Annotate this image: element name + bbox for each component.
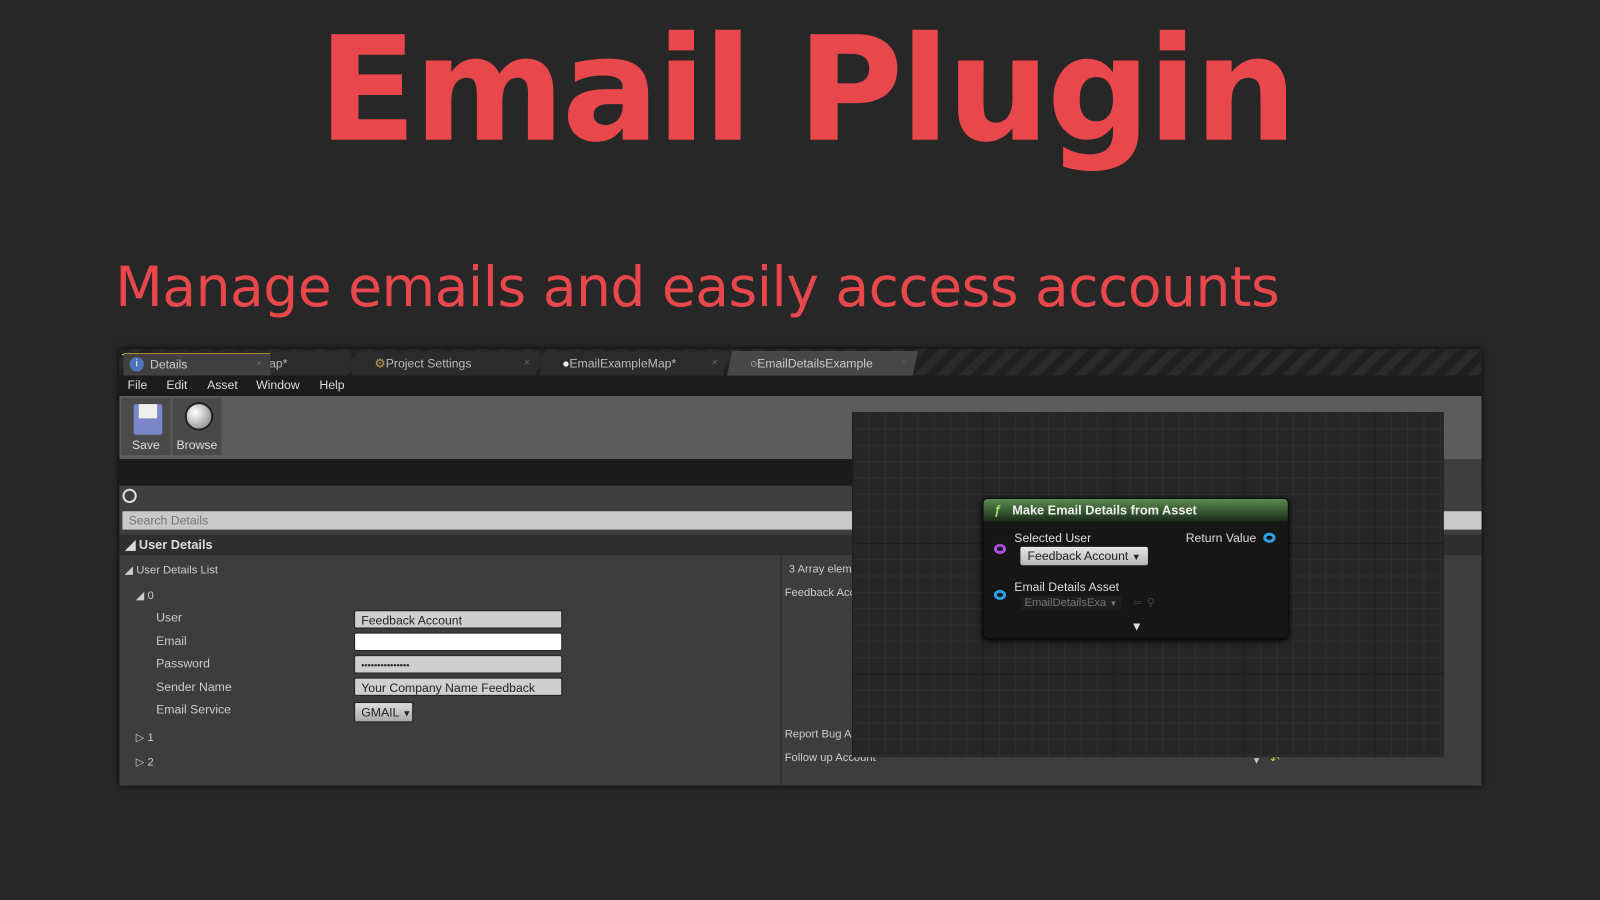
email-service-label: Email Service: [156, 702, 231, 717]
element-1-summary: Report Bug Ac: [784, 728, 858, 741]
email-details-asset-pin[interactable]: [993, 589, 1007, 600]
menu-help[interactable]: Help: [319, 378, 344, 392]
details-tab[interactable]: i Details ×: [123, 353, 271, 376]
element-0-summary: Feedback Acc: [784, 586, 856, 599]
sender-name-field[interactable]: Your Company Name Feedback: [354, 677, 563, 696]
password-field[interactable]: •••••••••••••••: [354, 655, 563, 674]
floppy-disk-icon: [133, 404, 163, 435]
menu-bar: File Edit Asset Window Help: [119, 375, 1482, 396]
chevron-down-icon: ▼: [1131, 552, 1141, 563]
user-details-list-label[interactable]: ◢ User Details List: [124, 563, 217, 576]
hero-title: Email Plugin: [317, 6, 1297, 175]
return-value-pin[interactable]: [1263, 532, 1276, 543]
use-selected-icon[interactable]: ⇦: [1133, 596, 1142, 609]
array-element-1[interactable]: ▷ 1: [136, 731, 154, 744]
email-service-dropdown[interactable]: GMAIL ▼: [354, 702, 414, 723]
array-element-0[interactable]: ◢ 0: [136, 589, 154, 602]
circle-icon[interactable]: [122, 488, 137, 504]
menu-asset[interactable]: Asset: [207, 378, 238, 392]
user-label: User: [156, 610, 182, 625]
password-label: Password: [156, 656, 210, 671]
menu-window[interactable]: Window: [256, 378, 300, 392]
email-field[interactable]: [354, 632, 563, 652]
array-element-2[interactable]: ▷ 2: [136, 755, 154, 768]
email-details-asset-label: Email Details Asset: [1014, 579, 1120, 594]
close-icon[interactable]: ×: [521, 351, 532, 375]
save-button[interactable]: Save: [121, 397, 171, 456]
tab-bar: U EmailExampleMap* ⚙ Project Settings× ●…: [119, 348, 1482, 376]
email-label: Email: [156, 633, 187, 648]
selected-user-label: Selected User: [1014, 530, 1092, 545]
magnifier-icon: [184, 402, 214, 431]
close-icon[interactable]: ×: [709, 351, 720, 375]
return-value-label: Return Value: [1185, 530, 1257, 545]
blueprint-graph[interactable]: ƒ Make Email Details from Asset Selected …: [852, 412, 1444, 758]
email-details-asset-dropdown[interactable]: EmailDetailsExa ▼: [1020, 595, 1122, 611]
function-icon: ƒ: [993, 503, 1001, 518]
browse-icon[interactable]: ⚲: [1147, 596, 1155, 609]
close-icon[interactable]: ×: [256, 354, 262, 374]
make-email-details-node[interactable]: ƒ Make Email Details from Asset Selected …: [982, 497, 1289, 639]
chevron-down-icon: ▼: [402, 708, 412, 719]
hero-subtitle: Manage emails and easily access accounts: [115, 255, 1280, 320]
close-icon[interactable]: ×: [899, 351, 910, 375]
array-summary: 3 Array elem: [788, 563, 852, 576]
selected-user-pin[interactable]: [993, 543, 1007, 555]
browse-button[interactable]: Browse: [172, 397, 222, 456]
tab-project-settings[interactable]: ⚙ Project Settings ×: [351, 351, 541, 376]
menu-file[interactable]: File: [128, 378, 148, 392]
selected-user-dropdown[interactable]: Feedback Account ▼: [1020, 546, 1148, 566]
expand-arrow-icon[interactable]: ▼: [1131, 619, 1143, 633]
settings-icon: ⚙: [374, 356, 386, 371]
user-field[interactable]: Feedback Account: [354, 610, 563, 629]
editor-window: U EmailExampleMap* ⚙ Project Settings× ●…: [119, 348, 1482, 786]
menu-edit[interactable]: Edit: [166, 378, 187, 392]
info-icon: i: [129, 357, 144, 372]
tab-emaildetailsexample[interactable]: ○ EmailDetailsExample ×: [726, 351, 918, 376]
sender-name-label: Sender Name: [156, 679, 232, 694]
chevron-down-icon: ▼: [1109, 598, 1118, 609]
tab-emailexamplemap-2[interactable]: ● EmailExampleMap* ×: [539, 351, 729, 376]
